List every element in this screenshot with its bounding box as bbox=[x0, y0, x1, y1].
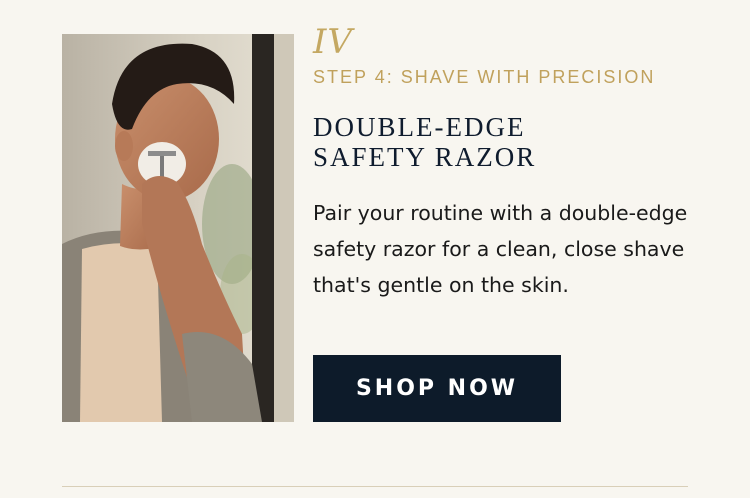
step-numeral: IV bbox=[313, 22, 353, 62]
shop-now-button[interactable]: SHOP NOW bbox=[313, 355, 561, 422]
product-description: Pair your routine with a double-edge saf… bbox=[313, 201, 688, 297]
section-divider bbox=[62, 486, 688, 487]
step-label: STEP 4: SHAVE WITH PRECISION bbox=[313, 67, 656, 87]
product-photo[interactable] bbox=[62, 34, 294, 422]
product-title-line-1: DOUBLE-EDGE bbox=[313, 112, 526, 142]
product-title: DOUBLE-EDGE SAFETY RAZOR bbox=[313, 112, 733, 172]
product-title-line-2: SAFETY RAZOR bbox=[313, 142, 537, 172]
